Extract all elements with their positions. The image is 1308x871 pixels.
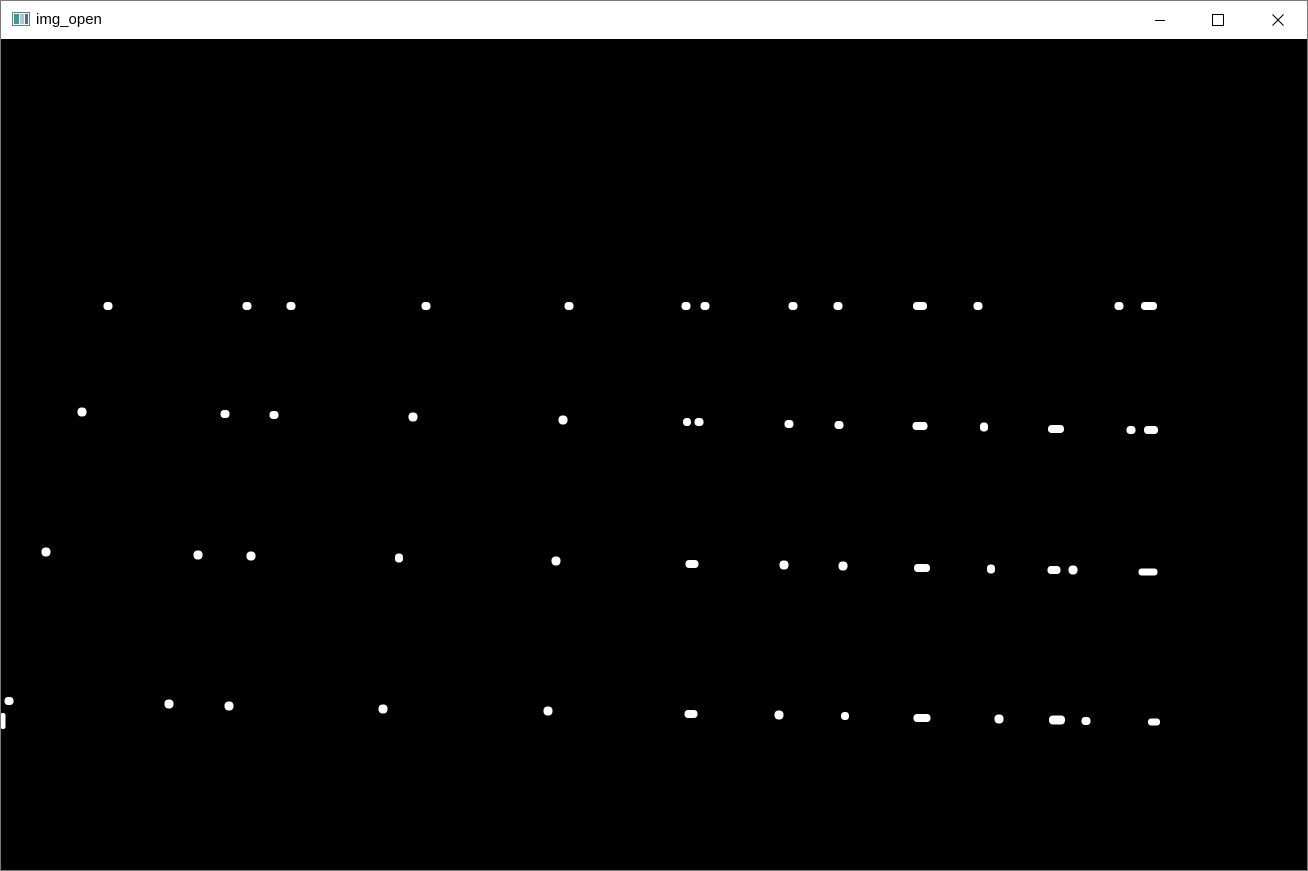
white-blob bbox=[193, 550, 203, 560]
white-blob bbox=[269, 411, 279, 419]
white-blob bbox=[788, 302, 798, 310]
white-blob bbox=[684, 710, 698, 718]
white-blob bbox=[4, 697, 14, 705]
window-title: img_open bbox=[36, 11, 102, 28]
white-blob bbox=[973, 302, 983, 310]
white-blob bbox=[164, 699, 174, 709]
white-blob bbox=[77, 407, 87, 417]
white-blob bbox=[1144, 426, 1158, 434]
white-blob bbox=[774, 710, 784, 720]
white-blob bbox=[1138, 568, 1158, 576]
white-blob bbox=[421, 302, 431, 310]
white-blob bbox=[378, 704, 388, 714]
maximize-button[interactable] bbox=[1189, 1, 1247, 39]
image-window: img_open bbox=[0, 0, 1308, 871]
image-canvas[interactable] bbox=[1, 39, 1307, 870]
white-blob bbox=[834, 421, 844, 429]
white-blob bbox=[683, 418, 691, 426]
white-blob bbox=[681, 302, 691, 310]
white-blob bbox=[987, 564, 995, 574]
maximize-icon bbox=[1212, 14, 1224, 26]
white-blob bbox=[224, 701, 234, 711]
white-blob bbox=[1, 713, 6, 729]
close-icon bbox=[1272, 14, 1284, 26]
white-blob bbox=[1148, 718, 1160, 726]
app-icon bbox=[12, 12, 30, 26]
white-blob bbox=[913, 714, 931, 722]
white-blob bbox=[41, 547, 51, 557]
white-blob bbox=[1114, 302, 1124, 310]
white-blob bbox=[779, 560, 789, 570]
white-blob bbox=[1068, 565, 1078, 575]
white-blob bbox=[564, 302, 574, 310]
white-blob bbox=[994, 714, 1004, 724]
title-bar[interactable]: img_open bbox=[1, 1, 1307, 39]
white-blob bbox=[980, 422, 988, 432]
white-blob bbox=[1081, 717, 1091, 725]
white-blob bbox=[408, 412, 418, 422]
white-blob bbox=[220, 410, 230, 418]
white-blob bbox=[1141, 302, 1157, 310]
white-blob bbox=[685, 560, 699, 568]
binary-image bbox=[1, 302, 1160, 729]
white-blob bbox=[286, 302, 296, 310]
white-blob bbox=[395, 553, 403, 563]
white-blob bbox=[1048, 425, 1064, 433]
white-blob bbox=[913, 302, 927, 310]
white-blob bbox=[543, 706, 553, 716]
white-blob bbox=[694, 418, 704, 426]
white-blob bbox=[103, 302, 113, 310]
white-blob bbox=[841, 712, 849, 720]
white-blob bbox=[1126, 426, 1136, 434]
white-blob bbox=[914, 564, 930, 572]
white-blob bbox=[912, 422, 928, 430]
white-blob bbox=[551, 556, 561, 566]
minimize-button[interactable] bbox=[1131, 1, 1189, 39]
white-blob bbox=[1047, 566, 1061, 574]
white-blob bbox=[1049, 715, 1065, 725]
white-blob bbox=[838, 561, 848, 571]
white-blob bbox=[558, 415, 568, 425]
white-blob bbox=[833, 302, 843, 310]
white-blob bbox=[700, 302, 710, 310]
white-blob bbox=[242, 302, 252, 310]
white-blob bbox=[784, 420, 794, 428]
close-button[interactable] bbox=[1249, 1, 1307, 39]
white-blob bbox=[246, 551, 256, 561]
minimize-icon bbox=[1155, 20, 1165, 21]
